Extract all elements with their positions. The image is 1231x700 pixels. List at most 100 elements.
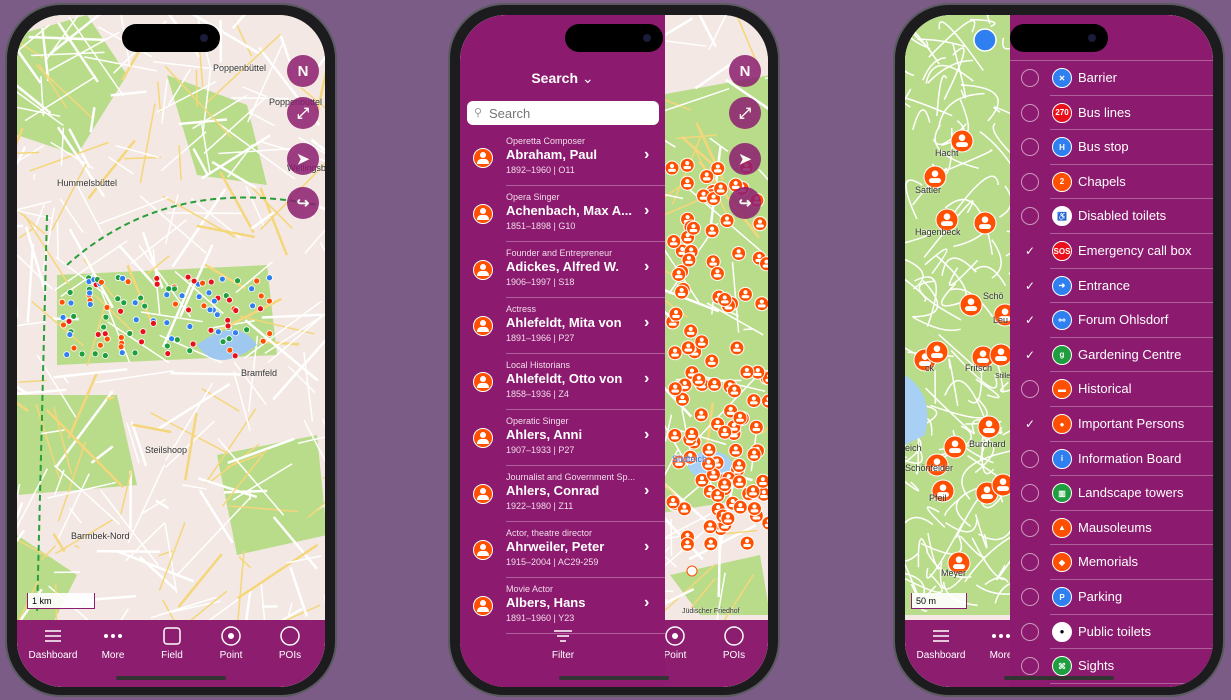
unchecked-circle-icon[interactable]	[1021, 69, 1039, 87]
chevron-right-icon: ›	[644, 594, 650, 611]
unchecked-circle-icon[interactable]	[1021, 484, 1039, 503]
person-marker-head	[711, 257, 716, 262]
unchecked-circle-icon[interactable]	[1021, 518, 1039, 537]
person-icon	[473, 372, 493, 392]
poi-filter-row[interactable]: ✕ Barrier	[1010, 61, 1213, 96]
poi-filter-row[interactable]: ● Public toilets	[1010, 615, 1213, 650]
poi-filter-row[interactable]: ▬ Historical	[1010, 372, 1213, 407]
person-marker-body	[756, 224, 764, 228]
search-result-row[interactable]: Local Historians Ahlefeldt, Otto von 185…	[460, 354, 665, 410]
person-marker-head	[711, 470, 716, 475]
poi-marker	[185, 306, 192, 314]
person-marker-head	[725, 514, 730, 519]
tab-pois[interactable]: POIs	[699, 626, 768, 661]
person-marker-body	[686, 331, 695, 335]
person-marker-head	[759, 299, 764, 304]
search-result-row[interactable]: Founder and Entrepreneur Adickes, Alfred…	[460, 242, 665, 298]
search-input[interactable]	[467, 101, 659, 125]
poi-filter-row[interactable]: ✓ ⚯ Forum Ohlsdorf	[1010, 303, 1213, 338]
poi-marker	[218, 275, 226, 283]
poi-filter-row[interactable]: 270 Bus lines	[1010, 96, 1213, 131]
checkmark-icon[interactable]: ✓	[1021, 346, 1039, 364]
unchecked-circle-icon[interactable]	[1021, 207, 1039, 226]
poi-marker	[126, 330, 134, 337]
poi-category-icon: i	[1052, 448, 1072, 469]
poi-marker	[86, 289, 94, 297]
person-marker-head	[701, 191, 706, 196]
person-marker-head	[979, 350, 987, 358]
unchecked-circle-icon[interactable]	[1021, 103, 1039, 122]
tab-label: POIs	[278, 650, 302, 661]
poi-category-icon: ▲	[1052, 517, 1072, 538]
search-result-row[interactable]: Journalist and Government Sp... Ahlers, …	[460, 466, 665, 522]
overview-map[interactable]	[17, 15, 325, 687]
search-title-dropdown[interactable]: Search ⌄	[460, 70, 665, 87]
checkmark-icon[interactable]: ✓	[1021, 415, 1039, 433]
search-result-row[interactable]: Operetta Composer Abraham, Paul 1892–196…	[460, 130, 665, 186]
locate-button[interactable]: ➤	[287, 143, 319, 175]
poi-label: Mausoleums	[1078, 519, 1152, 535]
poi-filter-row[interactable]: ✓ ➜ Entrance	[1010, 269, 1213, 304]
compass-button[interactable]: N	[729, 55, 761, 87]
poi-filter-row[interactable]: ✓ ● Important Persons	[1010, 407, 1213, 442]
route-button[interactable]: ↪	[729, 187, 761, 219]
checkmark-icon[interactable]: ✓	[1021, 311, 1039, 329]
person-marker-head	[685, 161, 690, 166]
search-result-row[interactable]: Opera Singer Achenbach, Max A... 1851–18…	[460, 186, 665, 242]
checkmark-icon[interactable]: ✓	[1021, 277, 1039, 295]
poi-filter-panel: ✕ Barrier 270 Bus lines H Bus stop 2 Cha…	[1010, 15, 1213, 687]
person-marker-body	[677, 292, 686, 296]
person-marker-head	[931, 170, 939, 177]
unchecked-circle-icon[interactable]	[1021, 622, 1039, 641]
route-button[interactable]: ↪	[287, 187, 319, 219]
unchecked-circle-icon[interactable]	[1021, 138, 1039, 157]
poi-filter-row[interactable]: i Information Board	[1010, 442, 1213, 477]
unchecked-circle-icon[interactable]	[1021, 380, 1039, 399]
person-icon	[473, 596, 493, 616]
person-marker-head	[997, 348, 1005, 356]
fullscreen-button[interactable]: ⤢	[729, 97, 761, 129]
poi-marker	[164, 350, 172, 357]
poi-marker	[257, 292, 265, 300]
tab-pois[interactable]: POIs	[255, 626, 325, 661]
search-result-row[interactable]: Operatic Singer Ahlers, Anni 1907–1933 |…	[460, 410, 665, 466]
poi-filter-row[interactable]: ✓ SOS Emergency call box	[1010, 234, 1213, 269]
screen: Hacht Sattler Hagenbeck Schö Leu ck Fritsch Sti…	[905, 15, 1213, 687]
tab-label: More	[989, 650, 1013, 661]
result-category: Journalist and Government Sp...	[506, 472, 636, 482]
result-name: Adickes, Alfred W.	[506, 259, 619, 274]
poi-filter-row[interactable]: ▲ Mausoleums	[1010, 511, 1213, 546]
locate-button[interactable]: ➤	[729, 143, 761, 175]
unchecked-circle-icon[interactable]	[1021, 172, 1039, 191]
poi-category-icon: ➜	[1052, 275, 1072, 296]
compass-button[interactable]: N	[287, 55, 319, 87]
unchecked-circle-icon[interactable]	[1021, 449, 1039, 468]
person-marker-body	[713, 496, 722, 500]
poi-filter-row[interactable]: ♿ Disabled toilets	[1010, 199, 1213, 234]
filter-icon	[528, 626, 598, 646]
filter-button[interactable]: Filter	[528, 626, 598, 661]
poi-marker	[231, 352, 239, 360]
poi-marker	[97, 278, 105, 286]
unchecked-circle-icon[interactable]	[1021, 657, 1039, 676]
poi-filter-row[interactable]: H Bus stop	[1010, 130, 1213, 165]
poi-filter-row[interactable]: ✓ g Gardening Centre	[1010, 338, 1213, 373]
poi-label: Chapels	[1078, 173, 1126, 189]
poi-filter-row[interactable]: P Parking	[1010, 580, 1213, 615]
checkmark-icon[interactable]: ✓	[1021, 242, 1039, 260]
poi-marker	[141, 302, 149, 310]
fullscreen-button[interactable]: ⤢	[287, 97, 319, 129]
search-result-row[interactable]: Actor, theatre director Ahrweiler, Peter…	[460, 522, 665, 578]
unchecked-circle-icon[interactable]	[1021, 588, 1039, 606]
dynamic-island	[122, 24, 220, 52]
result-details: 1906–1997 | S18	[506, 277, 575, 287]
person-marker-body	[762, 264, 768, 268]
phone-dashboard-map: Poppenbüttel Poppenbüttel Hummelsbüttel …	[5, 3, 337, 697]
search-result-row[interactable]: Actress Ahlefeldt, Mita von 1891–1966 | …	[460, 298, 665, 354]
unchecked-circle-icon[interactable]	[1021, 553, 1039, 572]
poi-filter-row[interactable]: ▥ Landscape towers	[1010, 476, 1213, 511]
poi-filter-row[interactable]: ◆ Memorials	[1010, 545, 1213, 580]
poi-filter-row[interactable]: 2 Chapels	[1010, 165, 1213, 200]
tab-label: Dashboard	[916, 650, 966, 661]
poi-marker	[150, 319, 157, 327]
